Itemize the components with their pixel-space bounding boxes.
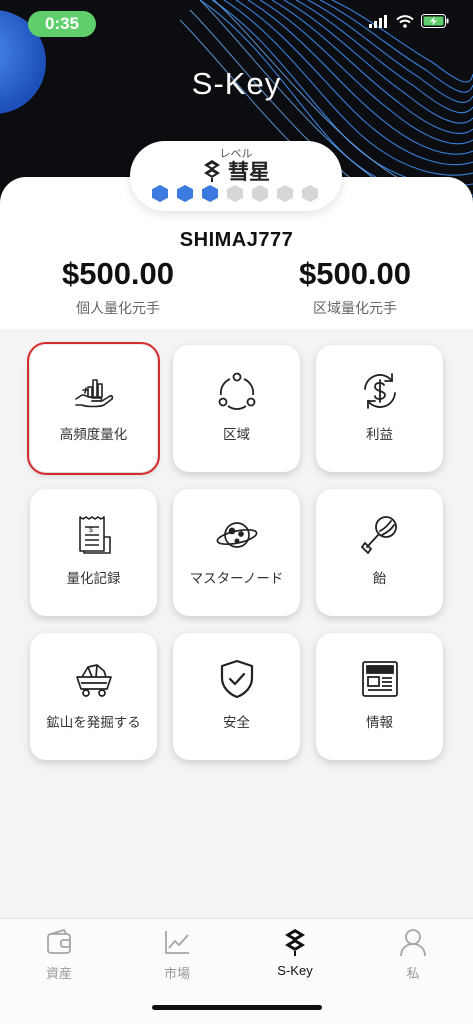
username: SHIMAJ777	[179, 229, 294, 251]
status-bar: 0:35	[0, 0, 473, 44]
level-name-row: 彗星	[130, 156, 342, 186]
wallet-icon	[47, 928, 71, 954]
tab-label: 市場	[163, 966, 190, 981]
tab-assets[interactable]: 資産	[0, 927, 118, 982]
app-title: S-Key	[191, 66, 282, 101]
newspaper-icon	[361, 661, 398, 697]
feature-grid: 高頻度量化 区域 利益 $ 量化記録 マスターノード 飴 鉱山を発掘する 安全 …	[27, 342, 444, 760]
tile-label: 安全	[223, 715, 250, 730]
level-dot-empty	[252, 185, 268, 202]
tile-high-frequency[interactable]: 高頻度量化	[27, 342, 160, 475]
skey-logo-icon	[285, 929, 305, 956]
personal-balance-label: 個人量化元手	[76, 300, 160, 316]
home-indicator[interactable]	[152, 1005, 322, 1010]
tile-profit[interactable]: 利益	[316, 345, 443, 472]
tile-master-node[interactable]: マスターノード	[173, 489, 300, 616]
level-dot-filled	[177, 185, 193, 202]
level-badge[interactable]: レベル 彗星	[130, 141, 342, 211]
tile-label: 量化記録	[66, 571, 121, 586]
level-dot-empty	[227, 185, 243, 202]
status-icons	[369, 14, 449, 28]
status-time: 0:35	[28, 11, 96, 37]
tile-candy[interactable]: 飴	[316, 489, 443, 616]
planet-icon	[216, 522, 257, 548]
lollipop-icon	[360, 516, 397, 555]
tab-label: 私	[406, 966, 420, 981]
shield-check-icon	[220, 659, 253, 699]
tile-label: 鉱山を発掘する	[46, 715, 141, 730]
tab-label: S-Key	[277, 963, 313, 978]
svg-text:$: $	[89, 527, 93, 534]
level-dot-empty	[277, 185, 293, 202]
personal-balance: $500.00	[61, 256, 175, 291]
region-balance-label: 区域量化元手	[313, 300, 397, 316]
tile-info[interactable]: 情報	[316, 633, 443, 760]
tile-label: 飴	[372, 571, 387, 586]
tab-me[interactable]: 私	[354, 927, 472, 982]
cellular-signal-icon	[369, 14, 387, 28]
level-dot-empty	[302, 185, 318, 202]
tile-mining[interactable]: 鉱山を発掘する	[30, 633, 157, 760]
mine-cart-icon	[75, 664, 112, 697]
tile-label: 区域	[223, 427, 250, 442]
dollar-exchange-icon	[363, 373, 396, 409]
tile-quant-records[interactable]: $ 量化記録	[30, 489, 157, 616]
wifi-icon	[396, 14, 414, 28]
network-nodes-icon	[218, 372, 255, 410]
level-dot-filled	[202, 185, 218, 202]
level-name: 彗星	[228, 161, 270, 184]
tab-market[interactable]: 市場	[118, 927, 236, 982]
tab-label: 資産	[45, 966, 72, 981]
user-icon	[400, 929, 426, 957]
tile-label: 情報	[366, 715, 393, 730]
level-dot-filled	[152, 185, 168, 202]
battery-charging-icon	[421, 14, 449, 28]
tile-security[interactable]: 安全	[173, 633, 300, 760]
tile-label: 利益	[366, 427, 393, 442]
tile-label: マスターノード	[189, 571, 284, 586]
skey-logo-icon	[204, 160, 220, 182]
hand-chart-icon	[74, 379, 113, 408]
tile-region[interactable]: 区域	[173, 345, 300, 472]
tile-label: 高頻度量化	[59, 427, 128, 442]
region-balance: $500.00	[298, 256, 412, 291]
tab-skey[interactable]: S-Key	[236, 927, 354, 978]
receipt-icon: $	[78, 516, 111, 554]
level-progress-dots	[152, 185, 318, 202]
market-chart-icon	[165, 931, 189, 954]
